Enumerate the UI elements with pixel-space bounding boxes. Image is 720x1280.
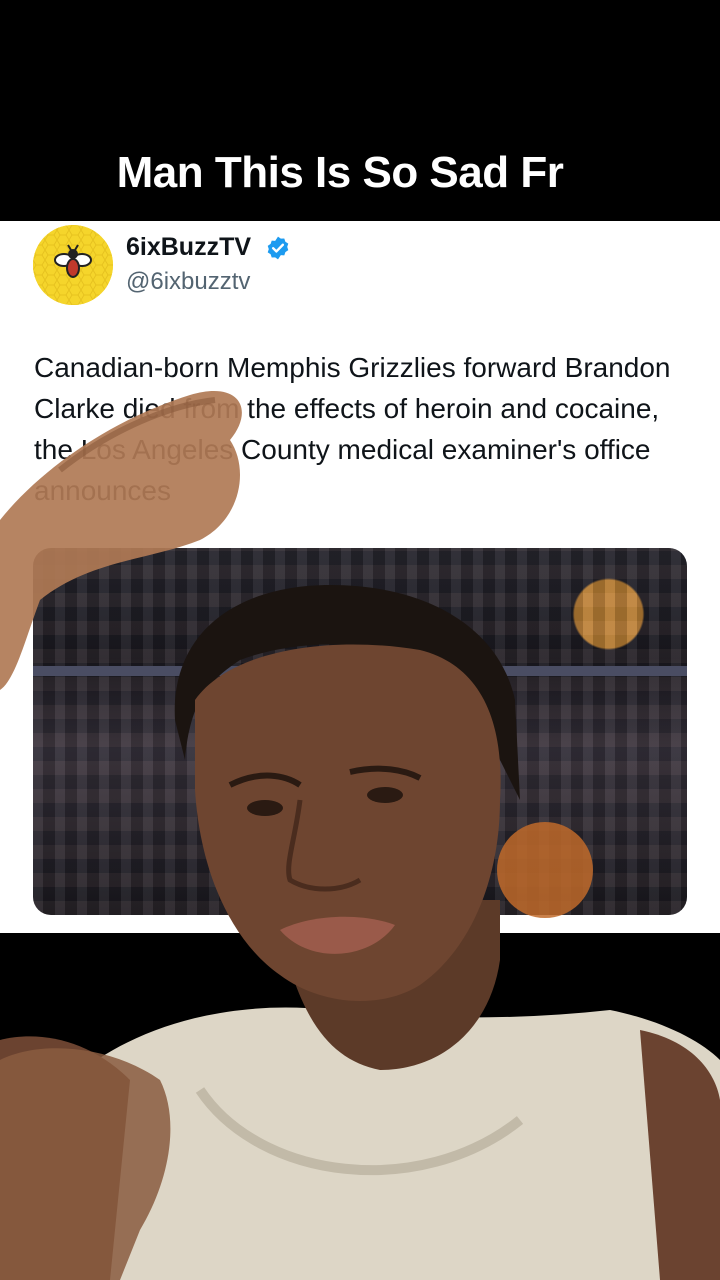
bottom-black-band: [0, 933, 720, 1280]
bee-logo-icon[interactable]: [33, 225, 113, 305]
verified-badge-icon: [267, 236, 289, 260]
video-caption: Man This Is So Sad Fr: [116, 148, 564, 197]
account-handle[interactable]: @6ixbuzztv: [126, 268, 250, 296]
account-display-name[interactable]: 6ixBuzzTV: [126, 233, 251, 262]
tweet-body-text: Canadian-born Memphis Grizzlies forward …: [34, 352, 671, 506]
tweet-media-photo[interactable]: [33, 548, 687, 915]
arena-crowd-background: [33, 548, 687, 915]
arena-rail: [33, 666, 687, 676]
